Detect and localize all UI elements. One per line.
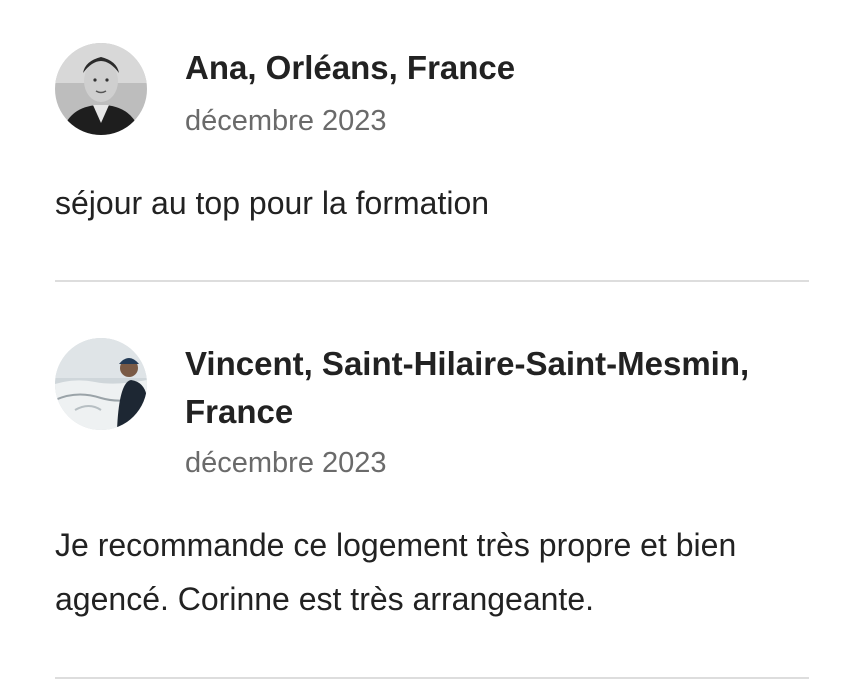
review-date: décembre 2023 xyxy=(185,105,387,137)
reviewer-name: Vincent, Saint-Hilaire-Saint-Mesmin, Fra… xyxy=(185,345,750,430)
review-divider xyxy=(55,677,809,679)
review-text: Je recommande ce logement très propre et… xyxy=(55,527,737,617)
review-text: séjour au top pour la formation xyxy=(55,185,490,221)
reviewer-name: Ana, Orléans, France xyxy=(185,49,516,86)
avatar[interactable] xyxy=(55,43,147,135)
avatar[interactable] xyxy=(55,338,147,430)
review-date: décembre 2023 xyxy=(185,447,387,479)
review-divider xyxy=(55,280,809,282)
